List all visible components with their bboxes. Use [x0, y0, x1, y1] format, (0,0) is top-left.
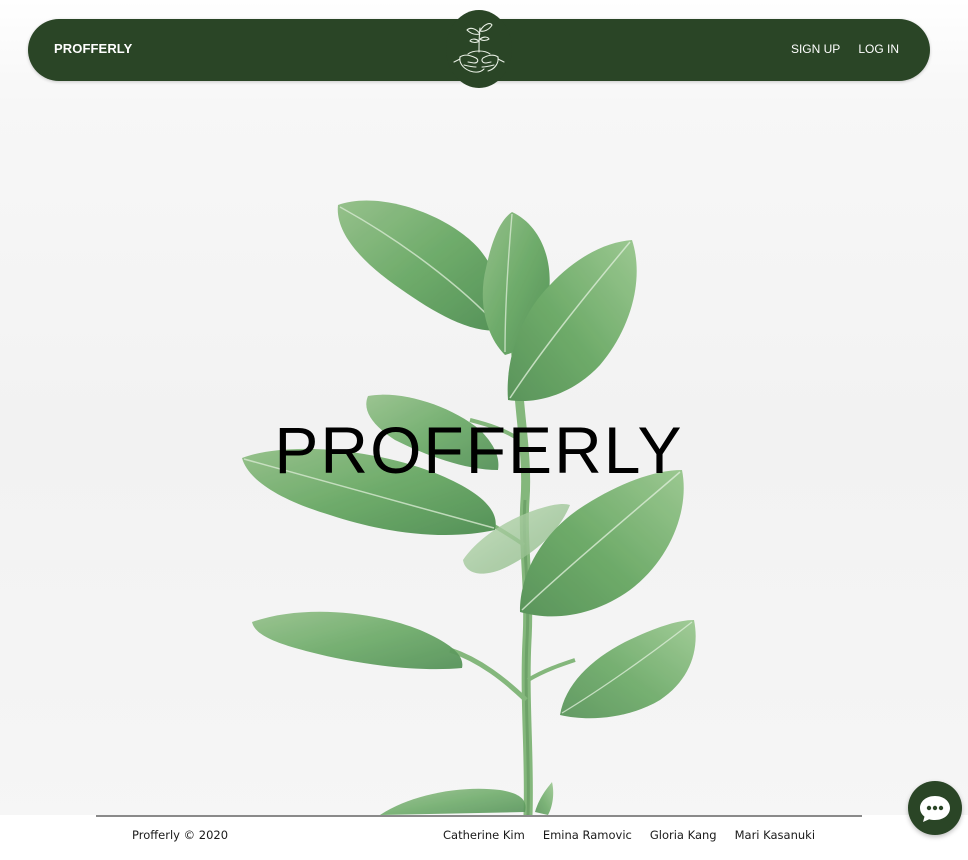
credit-link-mari-kasanuki[interactable]: Mari Kasanuki	[735, 828, 815, 842]
brand-link[interactable]: PROFFERLY	[54, 41, 132, 56]
copyright-text: Profferly © 2020	[132, 828, 229, 842]
credit-link-emina-ramovic[interactable]: Emina Ramovic	[543, 828, 632, 842]
credit-link-catherine-kim[interactable]: Catherine Kim	[443, 828, 525, 842]
hero-title: PROFFERLY	[274, 413, 684, 487]
chat-bubble-icon	[920, 796, 950, 822]
footer-divider	[96, 815, 862, 817]
logo-badge[interactable]	[446, 10, 512, 88]
credit-link-gloria-kang[interactable]: Gloria Kang	[650, 828, 717, 842]
chat-button[interactable]	[908, 781, 962, 835]
plant-in-hands-icon	[453, 23, 505, 73]
footer-credits: Catherine Kim Emina Ramovic Gloria Kang …	[443, 828, 815, 842]
log-in-link[interactable]: LOG IN	[858, 42, 899, 56]
nav-links: SIGN UP LOG IN	[791, 42, 899, 56]
footer: Profferly © 2020 Catherine Kim Emina Ram…	[0, 815, 968, 860]
sign-up-link[interactable]: SIGN UP	[791, 42, 840, 56]
